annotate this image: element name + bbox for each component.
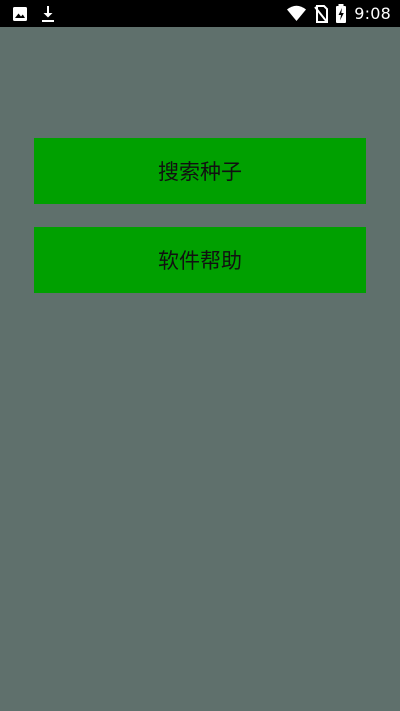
status-bar: 9:08 xyxy=(0,0,400,27)
search-torrent-button[interactable]: 搜索种子 xyxy=(34,138,366,204)
status-time: 9:08 xyxy=(354,4,391,23)
status-left-icons xyxy=(12,4,56,23)
status-right-icons: 9:08 xyxy=(286,3,391,24)
software-help-button[interactable]: 软件帮助 xyxy=(34,227,366,293)
battery-charging-icon xyxy=(335,4,347,23)
no-sim-icon xyxy=(314,4,329,23)
image-icon xyxy=(12,6,28,22)
download-icon xyxy=(40,5,56,23)
wifi-icon xyxy=(286,5,307,22)
